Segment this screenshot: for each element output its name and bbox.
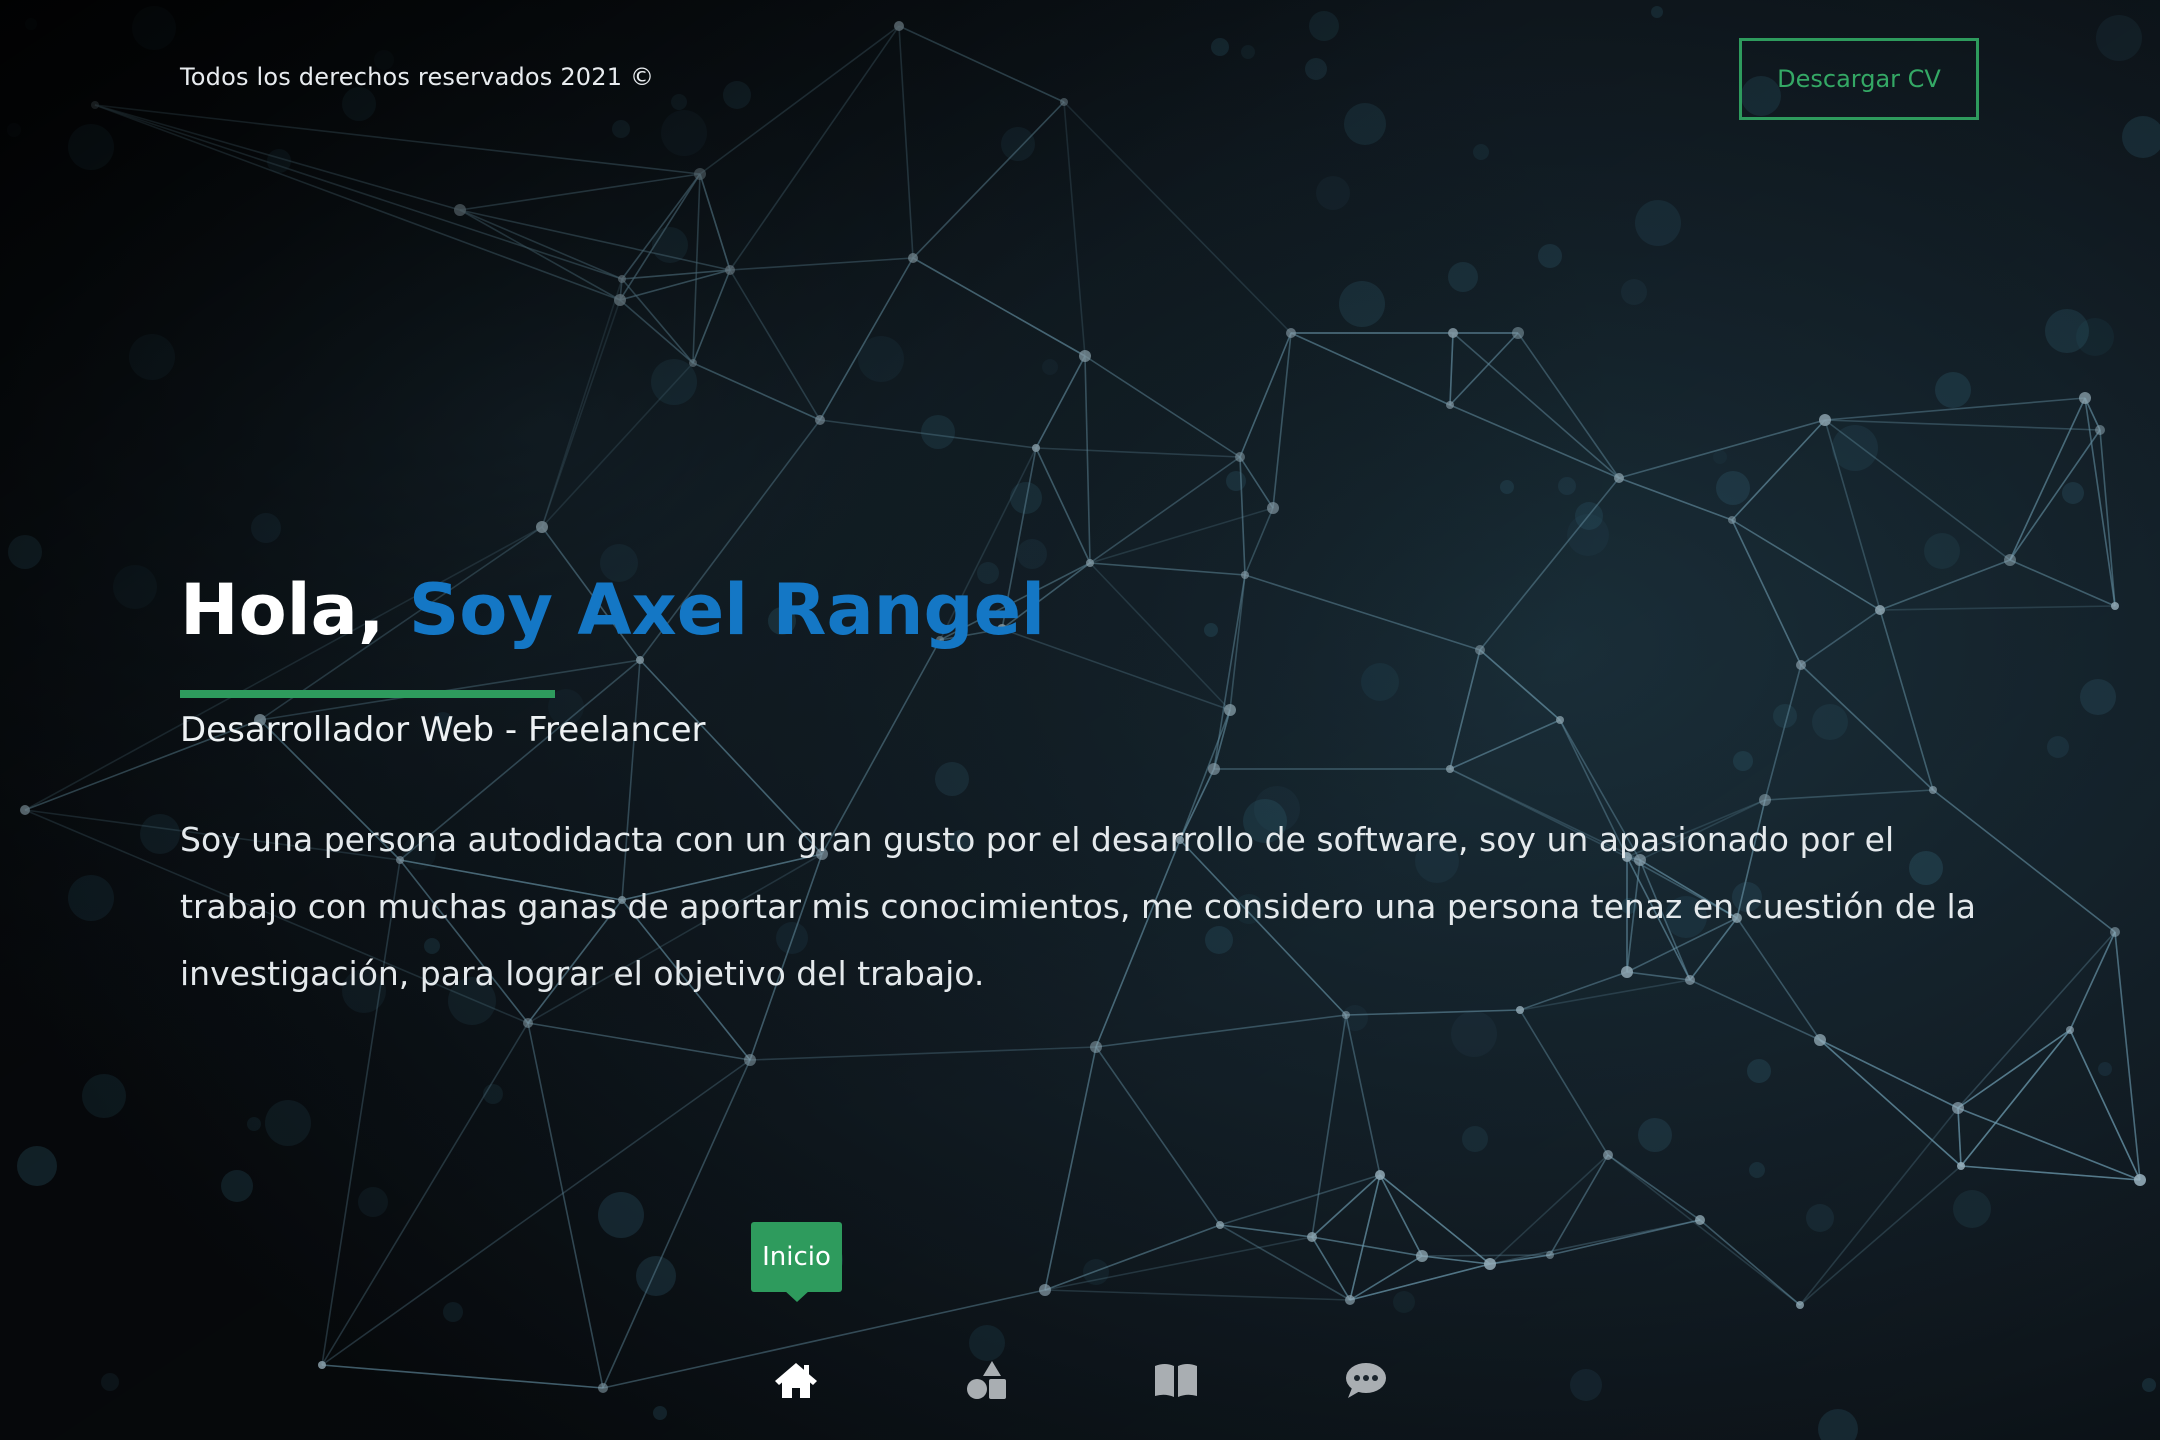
nav-contact-button[interactable] bbox=[1338, 1356, 1394, 1404]
title-underline bbox=[180, 690, 555, 698]
book-icon bbox=[1155, 1364, 1197, 1397]
copyright-text: Todos los derechos reservados 2021 © bbox=[180, 63, 655, 91]
hero-name: Soy Axel Rangel bbox=[408, 569, 1046, 651]
nav-education-button[interactable] bbox=[1148, 1356, 1204, 1404]
download-cv-button[interactable]: Descargar CV bbox=[1739, 38, 1979, 120]
tooltip-arrow bbox=[784, 1290, 810, 1302]
nav-home-button[interactable] bbox=[768, 1356, 824, 1404]
home-icon bbox=[775, 1363, 817, 1398]
hero-description: Soy una persona autodidacta con un gran … bbox=[180, 820, 1976, 993]
shapes-icon bbox=[967, 1361, 1006, 1399]
chat-icon bbox=[1346, 1363, 1386, 1398]
hero-title: Hola, Soy Axel Rangel bbox=[180, 575, 1045, 645]
hero-subtitle: Desarrollador Web - Freelancer bbox=[180, 710, 706, 750]
nav-tooltip: Inicio bbox=[751, 1222, 842, 1292]
hero-greeting: Hola, bbox=[180, 569, 409, 651]
nav-projects-button[interactable] bbox=[959, 1356, 1015, 1404]
